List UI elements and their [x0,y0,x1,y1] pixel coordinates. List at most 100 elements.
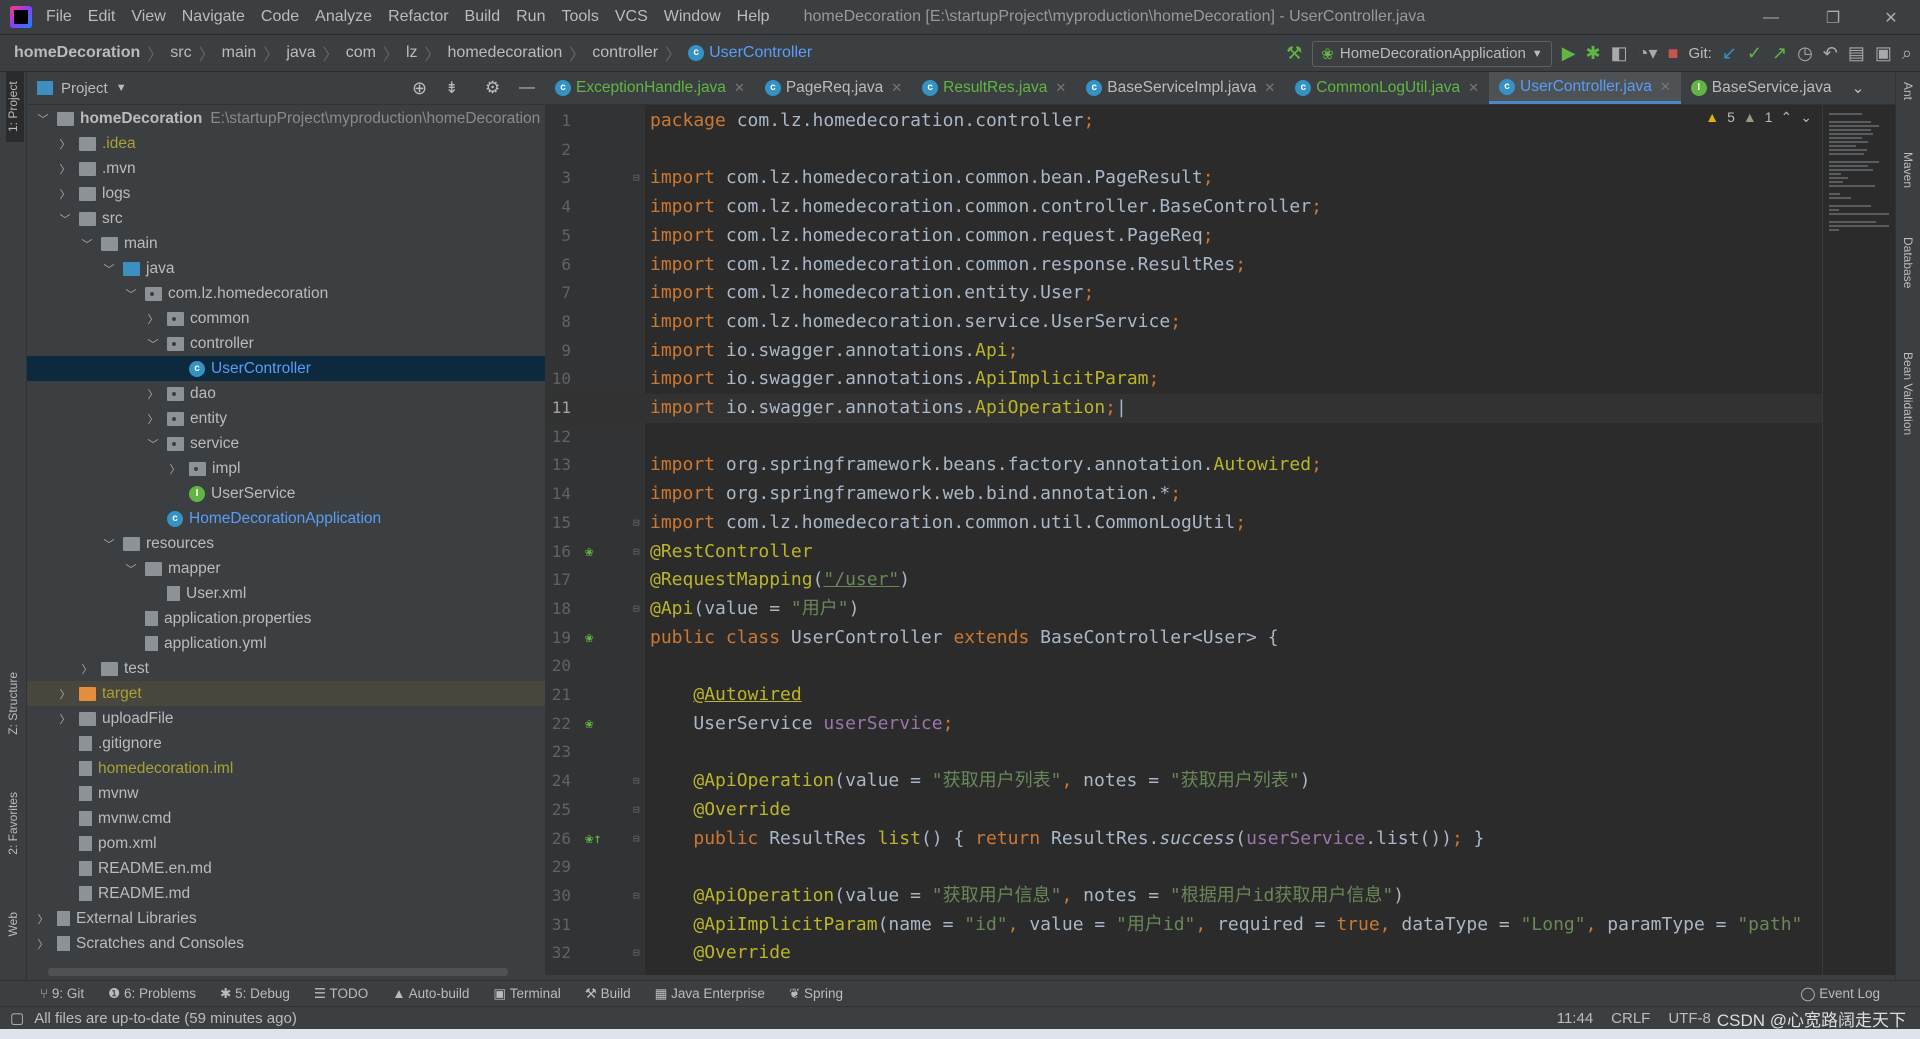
caret-position[interactable]: 11:44 [1557,1010,1593,1027]
tree-item[interactable]: mvnw.cmd [27,806,545,831]
stripe-maven[interactable]: Maven [1901,152,1915,188]
stripe-ant[interactable]: Ant [1901,82,1915,100]
tree-item[interactable]: ﹀ homeDecoration E:\startupProject\myprodu… [27,106,545,131]
menu-build[interactable]: Build [465,8,501,26]
project-structure-icon[interactable]: ▤ [1848,43,1865,64]
code-editor[interactable]: 1 package com.lz.homedecoration.controlle… [545,105,1822,975]
menu-window[interactable]: Window [664,8,721,26]
tree-item[interactable]: 〉 impl [27,456,545,481]
gear-icon[interactable]: ⚙ [485,78,500,98]
stop-icon[interactable]: ■ [1668,43,1679,64]
menu-edit[interactable]: Edit [88,8,116,26]
inspection-widget[interactable]: ▲ 5 ▲ 1 ⌃ ⌄ [1705,109,1812,126]
chevron-down-icon[interactable]: ﹀ [57,211,73,227]
chevron-right-icon[interactable]: 〉 [57,186,73,202]
chevron-down-icon[interactable]: ﹀ [145,436,161,452]
tool-terminal[interactable]: ▣ Terminal [493,986,560,1002]
editor-tab[interactable]: c ExceptionHandle.java ✕ [545,72,755,104]
chevron-right-icon[interactable]: 〉 [145,386,161,402]
menu-run[interactable]: Run [516,8,545,26]
spring-bean-icon[interactable]: ❀ [585,624,593,653]
menu-code[interactable]: Code [261,8,299,26]
stripe-web[interactable]: Web [6,912,20,936]
tree-item[interactable]: README.md [27,881,545,906]
breadcrumb-item[interactable]: UserController [709,44,812,62]
git-commit-icon[interactable]: ✓ [1747,43,1762,64]
tree-item[interactable]: ﹀ src [27,206,545,231]
line-separator[interactable]: CRLF [1611,1010,1650,1027]
editor-tab[interactable]: c CommonLogUtil.java ✕ [1285,72,1489,104]
tree-item[interactable]: application.properties [27,606,545,631]
chevron-right-icon[interactable]: 〉 [167,461,183,477]
code-minimap[interactable] [1822,105,1895,975]
fold-marker-icon[interactable]: ⊟ [633,509,640,538]
git-update-icon[interactable]: ↙ [1722,43,1737,64]
close-window-button[interactable]: ✕ [1868,0,1914,35]
history-icon[interactable]: ◷ [1797,43,1813,64]
tree-item[interactable]: ﹀ resources [27,531,545,556]
chevron-right-icon[interactable]: 〉 [57,136,73,152]
tree-item[interactable]: ﹀ mapper [27,556,545,581]
chevron-down-icon[interactable]: ﹀ [101,536,117,552]
profile-icon[interactable]: ◔▾ [1638,43,1658,64]
tree-item[interactable]: 〉 logs [27,181,545,206]
debug-icon[interactable]: ✱ [1586,43,1601,64]
chevron-right-icon[interactable]: 〉 [79,661,95,677]
fold-marker-icon[interactable]: ⊟ [633,939,640,968]
tree-item[interactable]: 〉 common [27,306,545,331]
chevron-down-icon[interactable]: ﹀ [35,111,51,127]
hide-panel-icon[interactable]: — [519,79,535,97]
tree-item[interactable]: 〉 entity [27,406,545,431]
tree-item[interactable]: 〉 .mvn [27,156,545,181]
tabs-overflow-chevron-icon[interactable]: ⌄ [1842,72,1875,104]
close-tab-icon[interactable]: ✕ [1660,79,1671,95]
menu-vcs[interactable]: VCS [615,8,648,26]
close-tab-icon[interactable]: ✕ [891,80,902,96]
chevron-down-icon[interactable]: ﹀ [145,336,161,352]
presentation-icon[interactable]: ▣ [1875,43,1892,64]
tool-debug[interactable]: ✱ 5: Debug [220,986,290,1002]
editor-tab[interactable]: c UserController.java ✕ [1489,72,1681,104]
stripe-bean-validation[interactable]: Bean Validation [1901,352,1915,435]
chevron-down-icon[interactable]: ﹀ [123,561,139,577]
breadcrumb-item[interactable]: main [222,44,257,62]
breadcrumb-item[interactable]: homeDecoration [14,44,140,62]
fold-marker-icon[interactable]: ⊟ [633,825,640,854]
tree-item[interactable]: ﹀ java [27,256,545,281]
spring-bean-icon[interactable]: ❀ [585,538,593,567]
tree-item[interactable]: 〉 test [27,656,545,681]
fold-marker-icon[interactable]: ⊟ [633,767,640,796]
breadcrumb-item[interactable]: homedecoration [448,44,563,62]
tree-item[interactable]: 〉 target [27,681,545,706]
next-highlight-icon[interactable]: ⌄ [1800,109,1812,126]
project-view-select[interactable]: Project [61,80,108,97]
chevron-right-icon[interactable]: 〉 [35,936,51,952]
tree-item[interactable]: 〉 .idea [27,131,545,156]
fold-marker-icon[interactable]: ⊟ [633,796,640,825]
tree-item[interactable]: c HomeDecorationApplication [27,506,545,531]
chevron-right-icon[interactable]: 〉 [57,161,73,177]
tree-item[interactable]: User.xml [27,581,545,606]
minimize-button[interactable]: — [1748,0,1794,35]
tree-item[interactable]: README.en.md [27,856,545,881]
tree-item[interactable]: homedecoration.iml [27,756,545,781]
rollback-icon[interactable]: ↶ [1823,43,1838,64]
chevron-down-icon[interactable]: ▼ [116,82,127,94]
chevron-right-icon[interactable]: 〉 [145,411,161,427]
stripe-project[interactable]: 1: Project [6,72,24,142]
tree-item[interactable]: 〉 dao [27,381,545,406]
tree-item[interactable]: .gitignore [27,731,545,756]
file-encoding[interactable]: UTF-8 [1668,1010,1711,1027]
chevron-right-icon[interactable]: 〉 [35,911,51,927]
tool-build[interactable]: ⚒ Build [585,986,631,1002]
breadcrumb-item[interactable]: com [346,44,376,62]
chevron-right-icon[interactable]: 〉 [57,686,73,702]
chevron-down-icon[interactable]: ﹀ [123,286,139,302]
fold-marker-icon[interactable]: ⊟ [633,164,640,193]
fold-marker-icon[interactable]: ⊟ [633,882,640,911]
menu-file[interactable]: File [46,8,72,26]
tree-item[interactable]: application.yml [27,631,545,656]
override-icon[interactable]: ❀↑ [585,825,602,854]
fold-marker-icon[interactable]: ⊟ [633,595,640,624]
toggle-tool-windows-icon[interactable]: ▢ [10,1009,24,1027]
